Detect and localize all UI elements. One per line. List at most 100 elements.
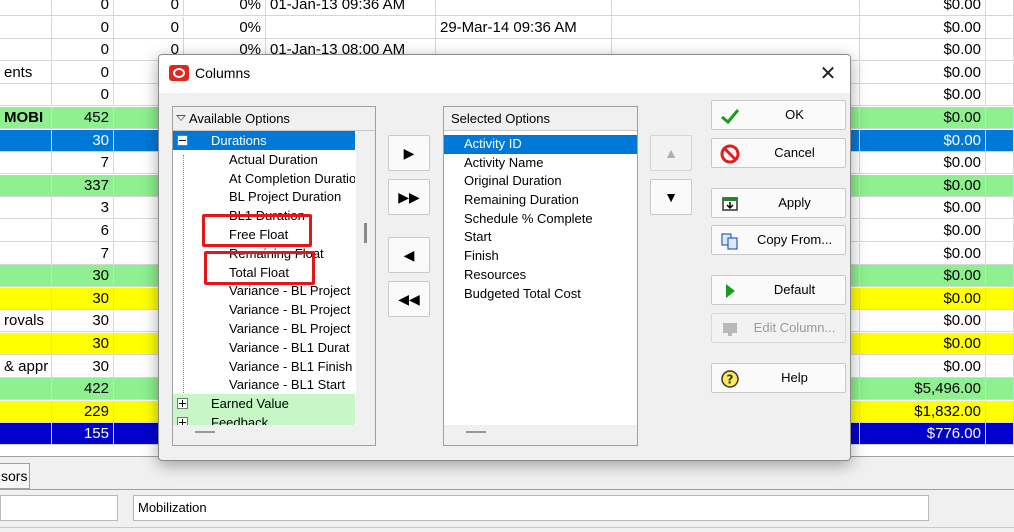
table-cell-cost: $0.00 [860,355,986,378]
table-cell-extra [986,0,1014,16]
table-cell-name: & appr [0,355,52,378]
move-down-button[interactable]: ▼ [650,179,692,215]
add-all-columns-button[interactable]: ▶▶ [388,179,430,215]
remove-all-columns-button[interactable]: ◀◀ [388,281,430,317]
table-cell-extra [986,84,1014,107]
oracle-app-icon [169,65,189,81]
help-button[interactable]: ? Help [711,363,846,393]
list-item[interactable]: Original Duration [444,172,637,191]
table-cell-n1: 6 [52,220,114,242]
cancel-button[interactable]: Cancel [711,138,846,168]
help-label: Help [781,370,808,385]
apply-label: Apply [778,195,811,210]
table-cell-name [0,129,52,152]
table-cell-cost: $776.00 [860,423,986,446]
list-item[interactable]: Activity Name [444,154,637,173]
table-cell-cost: $0.00 [860,16,986,39]
monitor-icon [723,323,737,336]
default-button[interactable]: Default [711,275,846,305]
list-item[interactable]: Budgeted Total Cost [444,285,637,304]
table-cell-extra [986,400,1014,423]
table-cell-res [612,16,860,39]
table-cell-cost: $0.00 [860,287,986,310]
tree-group-label: Durations [211,133,267,148]
tree-group[interactable]: Earned Value [173,394,355,414]
tree-item[interactable]: Variance - BL Project [173,300,355,319]
table-cell-finish [436,0,612,16]
table-row[interactable]: 0 0 0% 29-Mar-14 09:36 AM $0.00 [0,16,1014,39]
move-up-button[interactable]: ▲ [650,135,692,171]
table-cell-name [0,0,52,16]
list-item[interactable]: Resources [444,266,637,285]
table-row[interactable]: 0 0 0% 01-Jan-13 09:36 AM $0.00 [0,0,1014,16]
table-cell-n1: 30 [52,287,114,310]
tree-item[interactable]: At Completion Duration [173,169,355,188]
available-options-scrollbar[interactable] [356,131,375,427]
table-cell-n1: 0 [52,16,114,39]
table-cell-name [0,220,52,242]
resize-grip-icon[interactable] [466,431,486,433]
table-cell-cost: $0.00 [860,61,986,84]
apply-button[interactable]: Apply [711,188,846,218]
arrow-down-icon: ▼ [664,189,678,205]
tree-item[interactable]: Variance - BL1 Durat [173,338,355,357]
table-cell-extra [986,16,1014,39]
arrow-up-icon: ▲ [664,145,678,161]
close-button[interactable]: ✕ [806,55,850,93]
table-cell-cost: $5,496.00 [860,378,986,401]
ok-button[interactable]: OK [711,100,846,130]
activity-name-field[interactable]: Mobilization [133,495,929,521]
list-item[interactable]: Schedule % Complete [444,210,637,229]
tree-item[interactable]: Variance - BL Project [173,319,355,338]
collapse-icon[interactable] [177,135,188,146]
expand-icon[interactable] [177,398,188,410]
copy-from-button[interactable]: Copy From... [711,225,846,255]
table-cell-n1: 0 [52,61,114,84]
table-cell-n1: 3 [52,197,114,220]
list-item[interactable]: Finish [444,247,637,266]
table-cell-n1: 30 [52,355,114,378]
activity-id-field[interactable] [0,495,118,521]
table-cell-extra [986,107,1014,129]
highlight-box-total-float [204,251,315,285]
table-cell-extra [986,333,1014,355]
double-arrow-right-icon: ▶▶ [398,189,420,205]
table-cell-name [0,84,52,107]
tree-item[interactable]: BL Project Duration [173,187,355,206]
details-divider [0,527,1014,528]
copy-from-label: Copy From... [756,232,833,247]
play-icon [726,284,735,298]
table-cell-cost: $0.00 [860,84,986,107]
table-cell-name [0,378,52,401]
table-cell-cost: $0.00 [860,39,986,62]
dialog-titlebar[interactable]: Columns ✕ [159,55,850,93]
tree-group[interactable]: Durations [173,131,355,150]
double-arrow-left-icon: ◀◀ [398,291,420,307]
table-cell-n2: 0 [114,0,184,16]
table-cell-extra [986,220,1014,242]
tab-predecessors-successors[interactable]: sors [0,463,30,489]
tree-item[interactable]: Variance - BL1 Start [173,375,355,394]
available-options-header[interactable]: Available Options [173,107,375,131]
scrollbar-thumb[interactable] [364,223,367,243]
edit-column-button[interactable]: Edit Column... [711,313,846,343]
tree-item[interactable]: Actual Duration [173,150,355,169]
selected-options-header: Selected Options [444,107,637,131]
remove-column-button[interactable]: ◀ [388,237,430,273]
copy-icon [721,233,738,250]
table-cell-n1: 155 [52,423,114,446]
table-cell-n1: 7 [52,242,114,265]
list-item[interactable]: Activity ID [444,135,637,154]
table-cell-n1: 7 [52,152,114,175]
resize-grip-icon[interactable] [195,431,215,433]
check-icon [721,109,740,125]
add-column-button[interactable]: ▶ [388,135,430,171]
selected-options-list: Activity ID Activity Name Original Duratio… [444,135,637,303]
tree-item[interactable]: Variance - BL1 Finish [173,357,355,376]
list-item[interactable]: Remaining Duration [444,191,637,210]
table-cell-name [0,400,52,423]
selected-options-panel: Selected Options Activity ID Activity Nam… [443,106,638,446]
list-item[interactable]: Start [444,228,637,247]
table-cell-name [0,16,52,39]
table-cell-name [0,152,52,175]
